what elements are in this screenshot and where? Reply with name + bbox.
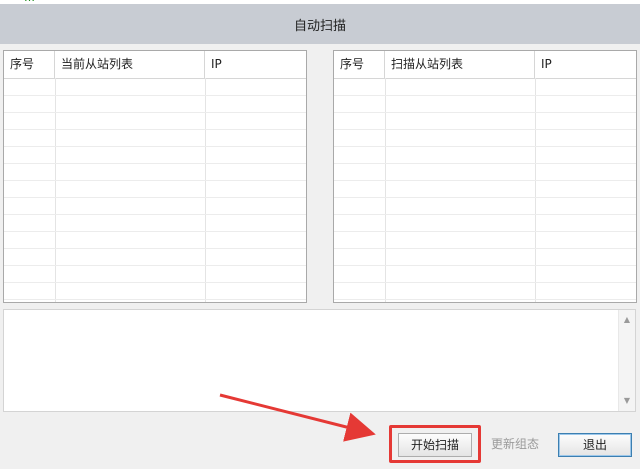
table-header: 序号 扫描从站列表 IP [334, 51, 636, 79]
dialog-titlebar: 自动扫描 [0, 4, 640, 44]
dialog-title: 自动扫描 [293, 18, 346, 34]
table-row-divider [4, 248, 306, 249]
table-row-divider [334, 163, 636, 164]
col-header-current-slaves[interactable]: 当前从站列表 [55, 51, 205, 78]
table-row-divider [334, 146, 636, 147]
table-row-divider [334, 231, 636, 232]
scroll-down-arrow-icon[interactable]: ▼ [619, 393, 635, 409]
exit-button[interactable]: 退出 [558, 433, 632, 457]
table-row-divider [334, 214, 636, 215]
table-row-divider [4, 214, 306, 215]
table-row-divider [4, 231, 306, 232]
col-header-index[interactable]: 序号 [4, 51, 55, 78]
scanned-slave-table[interactable]: 序号 扫描从站列表 IP [333, 50, 637, 303]
table-header: 序号 当前从站列表 IP [4, 51, 306, 79]
table-row-divider [334, 197, 636, 198]
table-row-divider [4, 197, 306, 198]
table-row-divider [334, 112, 636, 113]
table-row-divider [334, 180, 636, 181]
table-row-divider [4, 180, 306, 181]
col-header-scanned-slaves[interactable]: 扫描从站列表 [385, 51, 535, 78]
table-row-divider [4, 282, 306, 283]
col-header-index[interactable]: 序号 [334, 51, 385, 78]
table-row-divider [4, 299, 306, 300]
col-header-ip[interactable]: IP [535, 51, 636, 78]
col-header-ip[interactable]: IP [205, 51, 306, 78]
table-row-divider [4, 129, 306, 130]
table-row-divider [334, 248, 636, 249]
table-row-divider [334, 129, 636, 130]
table-row-divider [334, 95, 636, 96]
table-row-divider [4, 95, 306, 96]
table-row-divider [334, 299, 636, 300]
table-row-divider [4, 163, 306, 164]
annotation-highlight-box [389, 425, 481, 463]
table-row-divider [4, 112, 306, 113]
table-row-divider [334, 282, 636, 283]
table-row-divider [4, 146, 306, 147]
current-slave-table[interactable]: 序号 当前从站列表 IP [3, 50, 307, 303]
table-row-divider [4, 265, 306, 266]
log-scrollbar[interactable]: ▲ ▼ [618, 310, 635, 411]
table-row-divider [334, 265, 636, 266]
scroll-up-arrow-icon[interactable]: ▲ [619, 312, 635, 328]
log-output-box[interactable]: ▲ ▼ [3, 309, 636, 412]
update-config-button[interactable]: 更新组态 [482, 433, 548, 457]
